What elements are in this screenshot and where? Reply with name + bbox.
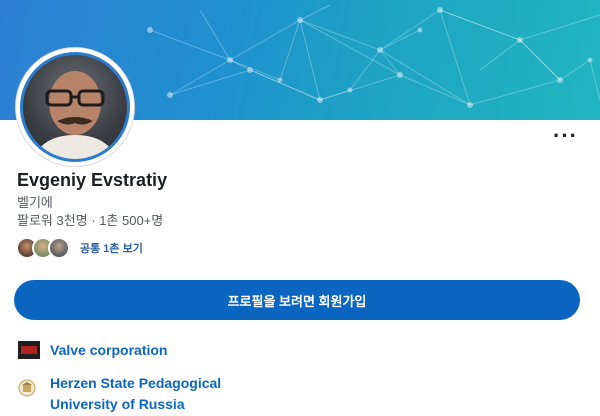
organization-item-valve[interactable]: Valve corporation (18, 340, 167, 361)
mutual-avatar (48, 237, 70, 259)
join-to-view-profile-button[interactable]: 프로필을 보려면 회원가입 (14, 280, 580, 320)
valve-logo-icon (18, 341, 40, 359)
herzen-logo-icon (18, 379, 36, 397)
organization-name[interactable]: Herzen State Pedagogical University of R… (50, 373, 221, 415)
more-dots-icon[interactable]: ··· (553, 125, 578, 147)
profile-followers: 팔로워 3천명 · 1촌 500+명 (17, 213, 164, 228)
organization-name-line1: Herzen State Pedagogical (50, 375, 222, 391)
organization-item-herzen[interactable]: Herzen State Pedagogical University of R… (18, 373, 221, 415)
profile-location: 벨기에 (17, 195, 53, 210)
profile-name: Evgeniy Evstratiy (17, 170, 168, 190)
mutual-connections[interactable]: 공통 1촌 보기 (16, 236, 143, 260)
person-portrait-icon (33, 71, 117, 159)
mutual-connections-link[interactable]: 공통 1촌 보기 (80, 240, 143, 256)
profile-avatar[interactable] (16, 48, 134, 166)
organization-name-line2: University of Russia (50, 396, 185, 412)
avatar-photo (20, 52, 130, 162)
organization-name[interactable]: Valve corporation (50, 340, 167, 361)
